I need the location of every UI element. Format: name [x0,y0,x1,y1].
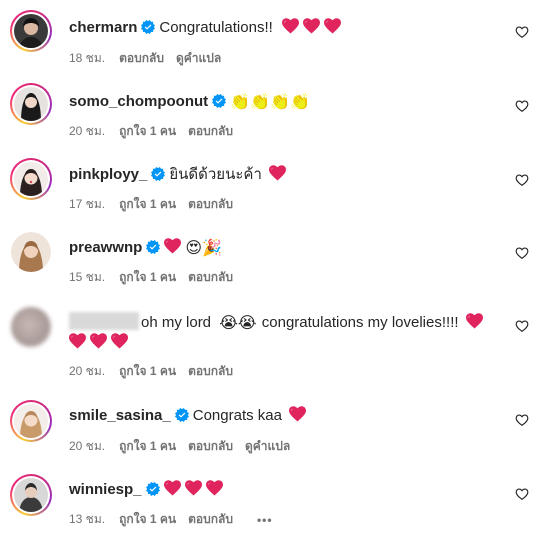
likes-count-button[interactable]: ถูกใจ 1 คน [119,437,176,456]
reply-button[interactable]: ตอบกลับ [188,510,233,529]
comment-username[interactable]: chermarn [69,19,137,36]
more-options-icon[interactable]: ••• [257,513,273,527]
comment-meta: 20 ชม. ถูกใจ 1 คน ตอบกลับ [69,122,245,141]
heart-outline-icon[interactable] [515,246,529,260]
comment-meta: 13 ชม. ถูกใจ 1 คน ตอบกลับ ••• [69,510,273,529]
likes-count-button[interactable]: ถูกใจ 1 คน [119,268,176,287]
comment-text: Congrats kaa [192,407,282,424]
red-heart-emoji [269,165,286,181]
avatar-image [14,162,48,196]
verified-badge-icon [141,20,155,34]
reply-button[interactable]: ตอบกลับ [188,268,233,287]
reply-button[interactable]: ตอบกลับ [188,122,233,141]
avatar-image [14,87,48,121]
comment-text: oh my lord [141,314,212,331]
comment-text: congratulations my lovelies!!!! [261,314,459,331]
heart-outline-icon[interactable] [515,99,529,113]
heart-outline-icon[interactable] [515,25,529,39]
reply-button[interactable]: ตอบกลับ [188,362,233,381]
comment-meta: 15 ชม. ถูกใจ 1 คน ตอบกลับ [69,268,245,287]
comment-time: 20 ชม. [69,364,106,378]
red-heart-emoji [164,480,181,496]
verified-badge-icon [146,240,160,254]
likes-count-button[interactable]: ถูกใจ 1 คน [119,195,176,214]
comment-time: 20 ชม. [69,124,106,138]
reply-button[interactable]: ตอบกลับ [188,437,233,456]
avatar[interactable] [10,158,52,200]
red-heart-emoji [206,480,223,496]
red-heart-emoji [90,333,107,349]
red-heart-emoji [282,18,299,34]
clapping-hands-emoji: 👏👏👏👏 [230,92,310,111]
red-heart-emoji [185,480,202,496]
crying-face-emoji: 😭😭 [219,313,257,332]
avatar-image [11,232,51,272]
red-heart-emoji [164,238,181,254]
redacted-username[interactable] [69,312,139,330]
likes-count-button[interactable]: ถูกใจ 1 คน [119,362,176,381]
red-heart-emoji [111,333,128,349]
likes-count-button[interactable]: ถูกใจ 1 คน [119,122,176,141]
comment-meta: 18 ชม. ตอบกลับ ดูคำแปล [69,49,233,68]
avatar[interactable] [10,400,52,442]
comment-username[interactable]: winniesp_ [69,481,142,498]
comment-text: Congratulations!! [159,19,273,36]
verified-badge-icon [146,482,160,496]
comment-username[interactable]: pinkployy_ [69,166,147,183]
avatar-image [14,478,48,512]
comment-time: 13 ชม. [69,512,106,526]
comment-username[interactable]: somo_chompoonut [69,93,208,110]
heart-outline-icon[interactable] [515,319,529,333]
red-heart-emoji [324,18,341,34]
comment-meta: 17 ชม. ถูกใจ 1 คน ตอบกลับ [69,195,245,214]
red-heart-emoji [69,333,86,349]
comment-text: ยินดีด้วยนะค้า [169,166,262,183]
avatar[interactable] [10,231,52,273]
comment-username[interactable]: smile_sasina_ [69,407,171,424]
red-heart-emoji [289,406,306,422]
heart-outline-icon[interactable] [515,173,529,187]
comment-meta: 20 ชม. ถูกใจ 1 คน ตอบกลับ ดูคำแปล [69,437,302,456]
heart-outline-icon[interactable] [515,487,529,501]
avatar[interactable] [10,10,52,52]
avatar-image [14,404,48,438]
likes-count-button[interactable]: ถูกใจ 1 คน [119,510,176,529]
red-heart-emoji [303,18,320,34]
verified-badge-icon [151,167,165,181]
avatar[interactable] [10,474,52,516]
avatar[interactable] [10,306,52,348]
blurred-avatar-image [11,307,51,347]
verified-badge-icon [175,408,189,422]
heart-outline-icon[interactable] [515,413,529,427]
reply-button[interactable]: ตอบกลับ [188,195,233,214]
emoji-group: 😍🎉 [185,238,222,257]
reply-button[interactable]: ตอบกลับ [119,49,164,68]
comment-time: 20 ชม. [69,439,106,453]
comment-meta: 20 ชม. ถูกใจ 1 คน ตอบกลับ [69,362,245,381]
verified-badge-icon [212,94,226,108]
translate-button[interactable]: ดูคำแปล [176,49,221,68]
comment-time: 18 ชม. [69,51,106,65]
avatar[interactable] [10,83,52,125]
translate-button[interactable]: ดูคำแปล [245,437,290,456]
red-heart-emoji [466,313,483,329]
avatar-image [14,14,48,48]
comment-username[interactable]: preawwnp [69,239,142,256]
comment-time: 17 ชม. [69,197,106,211]
comment-time: 15 ชม. [69,270,106,284]
